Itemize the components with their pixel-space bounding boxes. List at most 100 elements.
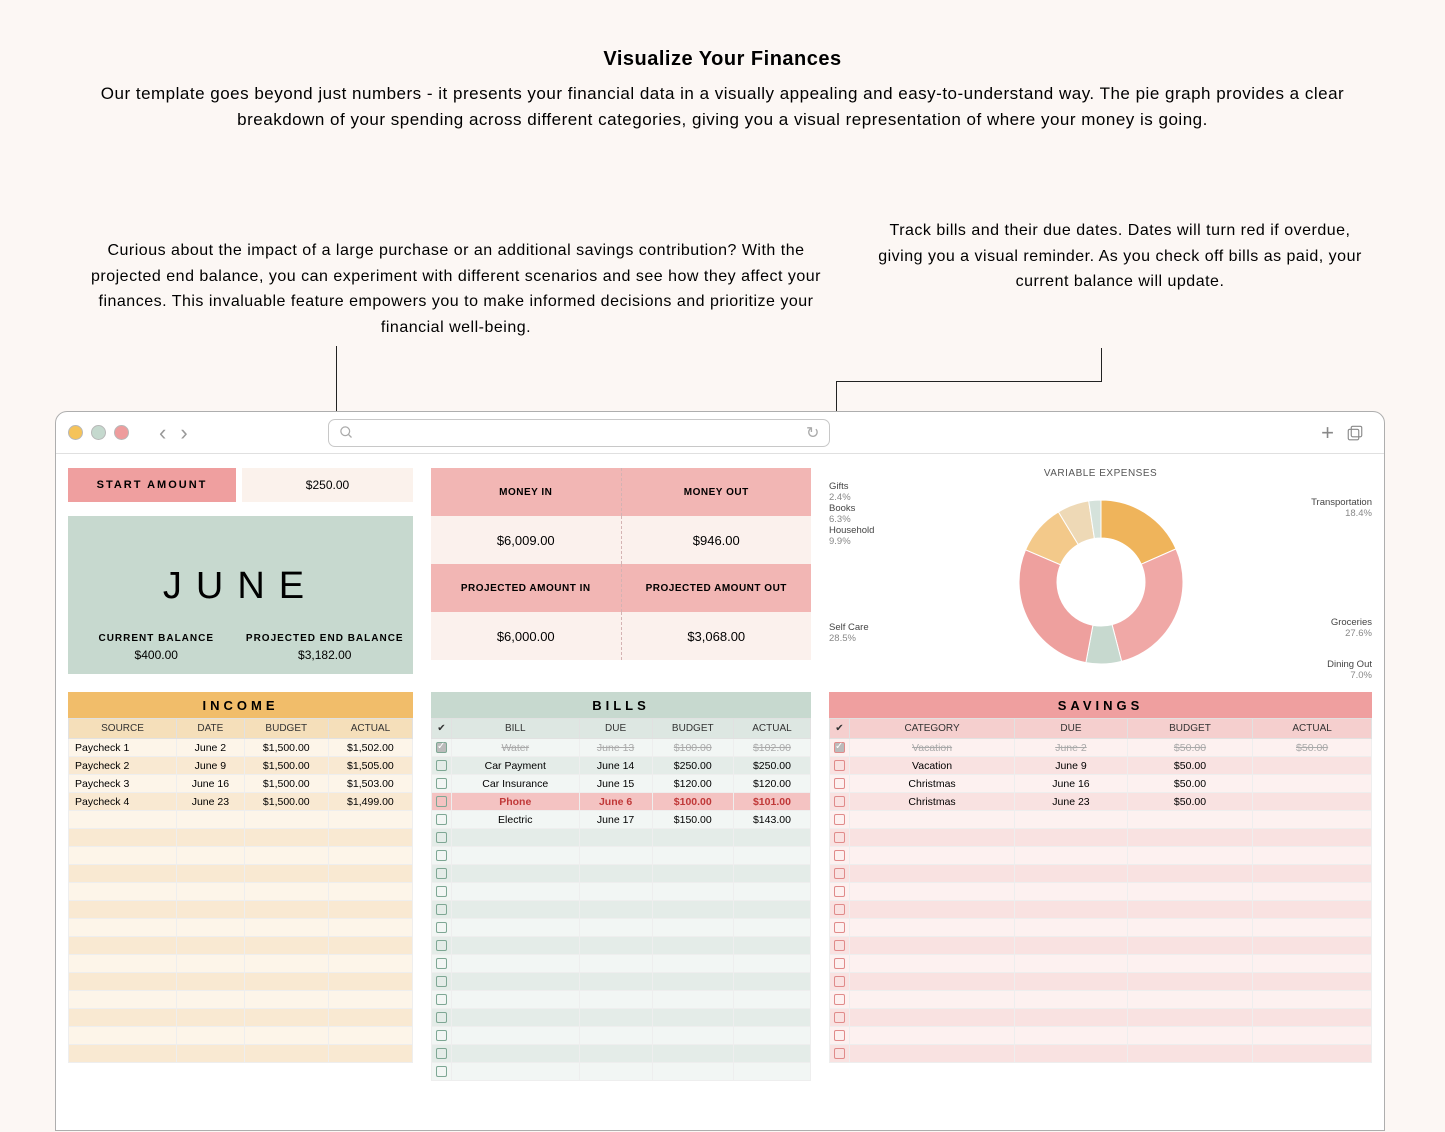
- checkbox[interactable]: [834, 904, 845, 915]
- table-row[interactable]: [432, 883, 811, 901]
- checkbox[interactable]: [436, 1012, 447, 1023]
- checkbox[interactable]: [436, 958, 447, 969]
- table-row[interactable]: Paycheck 3June 16$1,500.00$1,503.00: [69, 775, 413, 793]
- table-row[interactable]: ChristmasJune 16$50.00: [830, 775, 1372, 793]
- table-row[interactable]: [432, 1063, 811, 1081]
- table-row[interactable]: [69, 829, 413, 847]
- checkbox[interactable]: [436, 886, 447, 897]
- cell-actual[interactable]: $1,503.00: [328, 775, 412, 793]
- table-row[interactable]: [432, 1027, 811, 1045]
- checkbox[interactable]: [436, 1030, 447, 1041]
- table-row[interactable]: Car InsuranceJune 15$120.00$120.00: [432, 775, 811, 793]
- table-row[interactable]: [69, 973, 413, 991]
- checkbox[interactable]: [834, 742, 845, 753]
- checkbox[interactable]: [834, 958, 845, 969]
- table-row[interactable]: [432, 919, 811, 937]
- table-row[interactable]: [69, 991, 413, 1009]
- cell-due[interactable]: June 23: [1015, 793, 1128, 811]
- checkbox-cell[interactable]: [432, 757, 452, 775]
- checkbox[interactable]: [436, 1066, 447, 1077]
- cell-actual[interactable]: $250.00: [733, 757, 810, 775]
- table-row[interactable]: VacationJune 9$50.00: [830, 757, 1372, 775]
- forward-button[interactable]: ›: [180, 420, 187, 446]
- cell-date[interactable]: June 23: [177, 793, 245, 811]
- table-row[interactable]: [830, 865, 1372, 883]
- checkbox[interactable]: [436, 742, 447, 753]
- cell-budget[interactable]: $150.00: [652, 811, 733, 829]
- reload-icon[interactable]: ↻: [806, 423, 819, 443]
- cell-actual[interactable]: $102.00: [733, 739, 810, 757]
- cell-source[interactable]: Paycheck 2: [69, 757, 177, 775]
- checkbox[interactable]: [834, 778, 845, 789]
- table-row[interactable]: [432, 973, 811, 991]
- cell-due[interactable]: June 13: [579, 739, 652, 757]
- cell-actual[interactable]: $101.00: [733, 793, 810, 811]
- table-row[interactable]: [432, 937, 811, 955]
- cell-bill[interactable]: Phone: [452, 793, 580, 811]
- table-row[interactable]: [69, 955, 413, 973]
- cell-actual[interactable]: [1253, 775, 1372, 793]
- checkbox[interactable]: [834, 814, 845, 825]
- table-row[interactable]: [830, 919, 1372, 937]
- cell-budget[interactable]: $120.00: [652, 775, 733, 793]
- checkbox[interactable]: [834, 850, 845, 861]
- cell-date[interactable]: June 16: [177, 775, 245, 793]
- checkbox-cell[interactable]: [830, 757, 850, 775]
- checkbox[interactable]: [436, 814, 447, 825]
- table-row[interactable]: [830, 883, 1372, 901]
- table-row[interactable]: [69, 811, 413, 829]
- start-amount-value[interactable]: $250.00: [242, 468, 413, 502]
- cell-budget[interactable]: $50.00: [1127, 775, 1252, 793]
- cell-date[interactable]: June 9: [177, 757, 245, 775]
- checkbox[interactable]: [834, 868, 845, 879]
- table-row[interactable]: [830, 973, 1372, 991]
- cell-actual[interactable]: $120.00: [733, 775, 810, 793]
- minimize-button[interactable]: [68, 425, 83, 440]
- tabs-icon[interactable]: [1346, 424, 1364, 442]
- checkbox[interactable]: [436, 1048, 447, 1059]
- cell-bill[interactable]: Car Payment: [452, 757, 580, 775]
- checkbox[interactable]: [834, 994, 845, 1005]
- table-row[interactable]: [830, 1009, 1372, 1027]
- checkbox[interactable]: [436, 868, 447, 879]
- checkbox[interactable]: [436, 994, 447, 1005]
- cell-due[interactable]: June 2: [1015, 739, 1128, 757]
- cell-budget[interactable]: $1,500.00: [244, 793, 328, 811]
- table-row[interactable]: ChristmasJune 23$50.00: [830, 793, 1372, 811]
- table-row[interactable]: VacationJune 2$50.00$50.00: [830, 739, 1372, 757]
- checkbox[interactable]: [436, 796, 447, 807]
- cell-budget[interactable]: $1,500.00: [244, 739, 328, 757]
- table-row[interactable]: [432, 1045, 811, 1063]
- cell-date[interactable]: June 2: [177, 739, 245, 757]
- checkbox[interactable]: [834, 1048, 845, 1059]
- cell-category[interactable]: Christmas: [850, 793, 1015, 811]
- table-row[interactable]: Paycheck 4June 23$1,500.00$1,499.00: [69, 793, 413, 811]
- checkbox[interactable]: [436, 832, 447, 843]
- cell-budget[interactable]: $50.00: [1127, 739, 1252, 757]
- cell-source[interactable]: Paycheck 4: [69, 793, 177, 811]
- table-row[interactable]: [830, 1027, 1372, 1045]
- cell-category[interactable]: Christmas: [850, 775, 1015, 793]
- table-row[interactable]: [432, 955, 811, 973]
- cell-actual[interactable]: [1253, 757, 1372, 775]
- table-row[interactable]: [69, 901, 413, 919]
- cell-due[interactable]: June 6: [579, 793, 652, 811]
- table-row[interactable]: Car PaymentJune 14$250.00$250.00: [432, 757, 811, 775]
- cell-source[interactable]: Paycheck 1: [69, 739, 177, 757]
- checkbox[interactable]: [436, 760, 447, 771]
- checkbox[interactable]: [834, 886, 845, 897]
- cell-due[interactable]: June 15: [579, 775, 652, 793]
- cell-actual[interactable]: $143.00: [733, 811, 810, 829]
- table-row[interactable]: [69, 1027, 413, 1045]
- cell-actual[interactable]: [1253, 793, 1372, 811]
- table-row[interactable]: [830, 1045, 1372, 1063]
- cell-budget[interactable]: $1,500.00: [244, 775, 328, 793]
- table-row[interactable]: [69, 919, 413, 937]
- table-row[interactable]: [432, 829, 811, 847]
- table-row[interactable]: [432, 865, 811, 883]
- cell-category[interactable]: Vacation: [850, 757, 1015, 775]
- table-row[interactable]: [432, 901, 811, 919]
- cell-budget[interactable]: $50.00: [1127, 793, 1252, 811]
- table-row[interactable]: [69, 883, 413, 901]
- cell-due[interactable]: June 16: [1015, 775, 1128, 793]
